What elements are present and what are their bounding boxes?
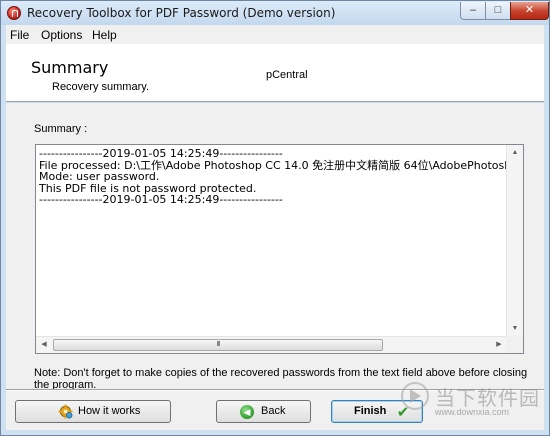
menu-options[interactable]: Options [41, 28, 82, 42]
menu-file[interactable]: File [10, 28, 29, 42]
how-it-works-button[interactable]: How it works [15, 400, 171, 423]
menu-help[interactable]: Help [92, 28, 117, 42]
vertical-scrollbar[interactable]: ▲ ▼ [506, 145, 523, 337]
finish-label: Finish [354, 405, 387, 417]
scrollbar-corner [506, 336, 523, 353]
back-arrow-icon: ◀ [240, 405, 254, 419]
scroll-up-arrow-icon[interactable]: ▲ [507, 145, 523, 161]
gear-icon [58, 404, 73, 419]
app-lock-icon [7, 6, 21, 20]
scroll-grip-icon: III [216, 341, 221, 348]
watermark-url: www.downxia.com [435, 407, 510, 417]
window-title: Recovery Toolbox for PDF Password (Demo … [27, 6, 336, 20]
horizontal-scrollbar[interactable]: ◀ III ▶ [36, 336, 507, 353]
summary-label: Summary : [34, 123, 88, 135]
back-button[interactable]: ◀ Back [216, 400, 311, 423]
summary-textbox[interactable]: ----------------2019-01-05 14:25:49-----… [35, 144, 524, 354]
close-button[interactable]: ✕ [510, 2, 549, 20]
page-subtitle: Recovery summary. [52, 81, 149, 93]
page-title: Summary [31, 58, 109, 77]
header-brand-text: pCentral [266, 69, 308, 81]
summary-line: ----------------2019-01-05 14:25:49-----… [39, 148, 283, 160]
maximize-icon: □ [494, 4, 502, 16]
app-window: Recovery Toolbox for PDF Password (Demo … [0, 0, 550, 436]
horizontal-scroll-thumb[interactable]: III [53, 339, 383, 351]
menu-bar: File Options Help [6, 25, 544, 44]
watermark: 当下软件园 www.downxia.com [401, 378, 546, 433]
how-it-works-label: How it works [78, 405, 141, 417]
scroll-right-arrow-icon[interactable]: ▶ [491, 337, 507, 353]
back-label: Back [261, 405, 286, 417]
summary-line: Mode: user password. [39, 170, 160, 183]
minimize-icon: – [469, 4, 477, 16]
maximize-button[interactable]: □ [485, 2, 511, 20]
minimize-button[interactable]: – [460, 2, 486, 20]
wizard-header: Summary Recovery summary. pCentral [6, 44, 544, 102]
title-bar[interactable]: Recovery Toolbox for PDF Password (Demo … [1, 1, 549, 25]
summary-text[interactable]: ----------------2019-01-05 14:25:49-----… [39, 148, 507, 336]
scroll-down-arrow-icon[interactable]: ▼ [507, 321, 523, 337]
watermark-logo-icon [401, 382, 429, 410]
scroll-left-arrow-icon[interactable]: ◀ [36, 337, 52, 353]
summary-line: ----------------2019-01-05 14:25:49-----… [39, 193, 283, 206]
close-icon: ✕ [524, 4, 535, 16]
